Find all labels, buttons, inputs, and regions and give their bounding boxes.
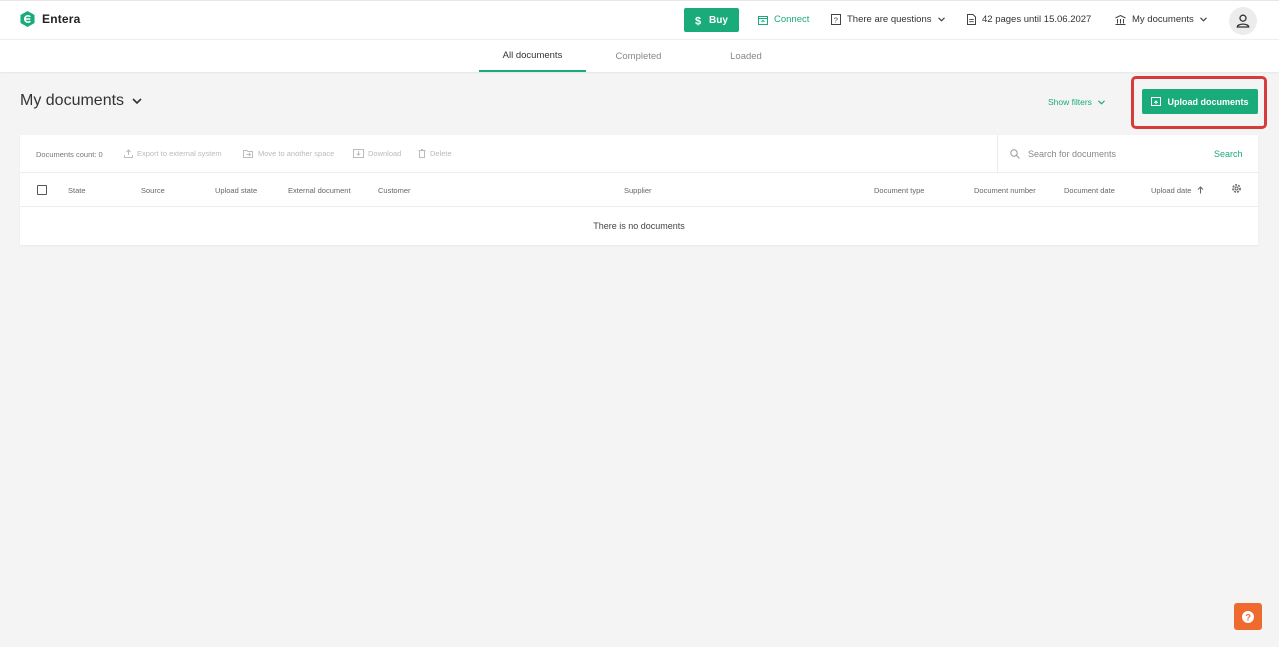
column-header-external-document[interactable]: External document	[288, 186, 351, 195]
export-icon	[124, 149, 133, 158]
chevron-down-icon	[132, 98, 142, 104]
questions-menu[interactable]: ? There are questions	[831, 14, 945, 25]
search-button[interactable]: Search	[1214, 149, 1243, 159]
export-label: Export to external system	[137, 149, 222, 158]
upload-date-label: Upload date	[1151, 186, 1192, 195]
tab-all-documents[interactable]: All documents	[479, 40, 586, 72]
move-label: Move to another space	[258, 149, 335, 158]
question-icon: ?	[1242, 610, 1254, 623]
pages-info: 42 pages until 15.06.2027	[982, 14, 1092, 25]
tab-label: Completed	[615, 50, 662, 62]
documents-table-card: Documents count: 0 Export to external sy…	[20, 135, 1258, 245]
column-header-supplier[interactable]: Supplier	[624, 186, 652, 195]
buy-button[interactable]: $ Buy	[684, 8, 739, 32]
move-icon	[243, 150, 253, 158]
space-selector[interactable]: My documents	[1115, 14, 1207, 25]
help-button[interactable]: ?	[1234, 603, 1262, 630]
table-toolbar: Documents count: 0 Export to external sy…	[20, 135, 1258, 173]
table-header: State Source Upload state External docum…	[20, 173, 1258, 207]
dollar-icon: $	[695, 15, 701, 26]
show-filters-link[interactable]: Show filters	[1048, 97, 1105, 107]
buy-label: Buy	[709, 14, 728, 26]
column-header-document-date[interactable]: Document date	[1064, 186, 1115, 195]
chevron-down-icon	[937, 17, 945, 22]
gear-icon[interactable]	[1231, 183, 1242, 194]
show-filters-label: Show filters	[1048, 97, 1092, 107]
download-icon	[353, 149, 364, 158]
svg-text:?: ?	[1245, 612, 1251, 623]
space-selector-label: My documents	[1132, 14, 1194, 25]
entera-logo-icon	[20, 11, 35, 27]
chevron-down-icon	[1098, 99, 1105, 105]
column-header-document-number[interactable]: Document number	[974, 186, 1036, 195]
tab-loaded[interactable]: Loaded	[710, 40, 782, 72]
document-icon	[967, 14, 976, 25]
building-icon	[1115, 14, 1126, 25]
move-button[interactable]: Move to another space	[243, 149, 334, 158]
sort-up-icon	[1197, 186, 1203, 194]
page-title[interactable]: My documents	[20, 92, 142, 110]
tab-label: All documents	[502, 49, 563, 61]
column-header-upload-state[interactable]: Upload state	[215, 186, 257, 195]
column-header-source[interactable]: Source	[141, 186, 165, 195]
tab-completed[interactable]: Completed	[595, 40, 682, 72]
connect-label: Connect	[774, 14, 810, 25]
column-header-upload-date[interactable]: Upload date	[1151, 186, 1204, 195]
select-all-checkbox[interactable]	[37, 185, 47, 195]
search-icon	[1010, 149, 1020, 159]
app-logo[interactable]: Entera	[20, 11, 81, 27]
documents-count: Documents count: 0	[36, 150, 103, 159]
svg-text:$: $	[695, 15, 701, 26]
search-input[interactable]	[1028, 146, 1178, 162]
column-header-state[interactable]: State	[68, 186, 86, 195]
search-bar: Search	[997, 135, 1258, 173]
highlight-box	[1131, 76, 1267, 129]
tab-bar: All documents Completed Loaded	[0, 39, 1279, 72]
export-button[interactable]: Export to external system	[124, 149, 222, 158]
download-button[interactable]: Download	[353, 149, 401, 158]
column-header-customer[interactable]: Customer	[378, 186, 411, 195]
tab-label: Loaded	[730, 50, 762, 62]
trash-icon	[418, 149, 426, 158]
download-label: Download	[368, 149, 402, 158]
column-header-document-type[interactable]: Document type	[874, 186, 924, 195]
connect-link[interactable]: Connect	[758, 14, 809, 25]
empty-state-message: There is no documents	[593, 221, 685, 231]
user-icon	[1236, 14, 1250, 28]
delete-button[interactable]: Delete	[418, 149, 452, 158]
top-bar: Entera $ Buy Connect ? There are questio…	[0, 0, 1279, 39]
chevron-down-icon	[1199, 17, 1207, 22]
question-doc-icon: ?	[831, 14, 841, 25]
delete-label: Delete	[430, 149, 452, 158]
user-avatar[interactable]	[1229, 7, 1257, 35]
page-title-text: My documents	[20, 92, 125, 109]
pages-remaining: 42 pages until 15.06.2027	[967, 14, 1091, 25]
svg-text:?: ?	[834, 15, 838, 24]
app-name: Entera	[42, 12, 81, 26]
connect-icon	[758, 15, 768, 25]
questions-label: There are questions	[847, 14, 932, 25]
